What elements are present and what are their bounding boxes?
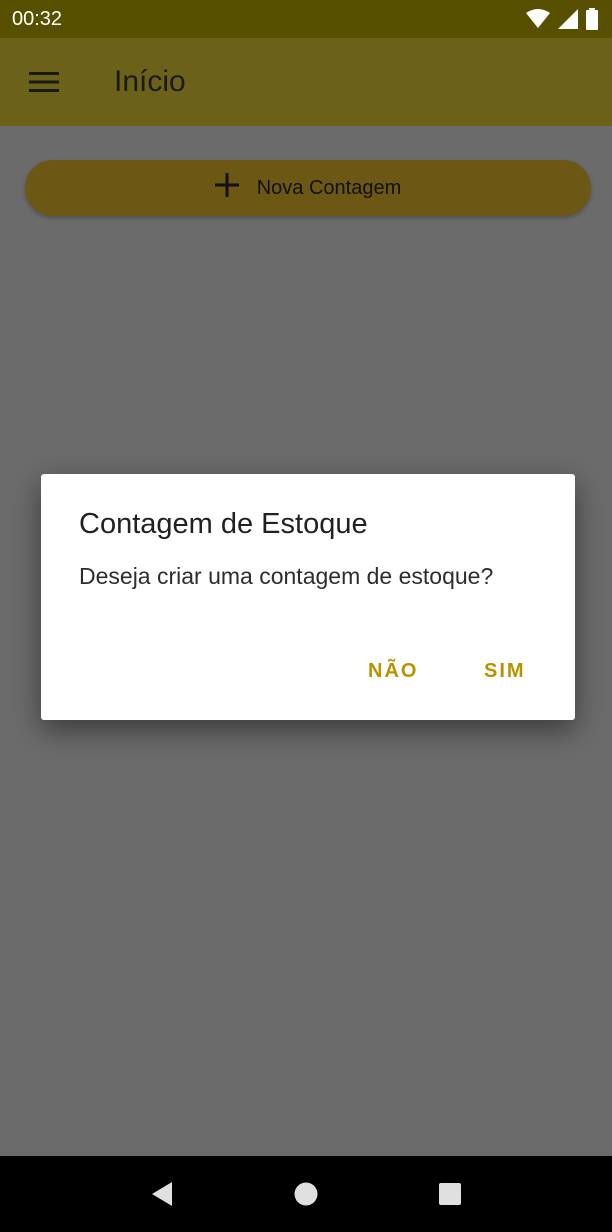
page-title: Início bbox=[114, 65, 186, 98]
dialog-title: Contagem de Estoque bbox=[79, 508, 368, 540]
new-count-button[interactable]: Nova Contagem bbox=[25, 160, 591, 216]
menu-icon[interactable] bbox=[16, 54, 72, 110]
back-icon[interactable] bbox=[132, 1164, 192, 1224]
app-bar: Início bbox=[0, 38, 612, 126]
battery-icon bbox=[586, 8, 598, 30]
new-count-label: Nova Contagem bbox=[256, 176, 402, 199]
yes-button[interactable]: SIM bbox=[484, 660, 526, 683]
status-time: 00:32 bbox=[12, 7, 63, 30]
status-icons bbox=[526, 8, 598, 30]
plus-icon bbox=[214, 173, 239, 203]
no-button[interactable]: NÃO bbox=[368, 660, 418, 683]
wifi-icon bbox=[526, 9, 550, 29]
screen: 00:32 Início Nova Contagem Contagem de E… bbox=[0, 0, 612, 1232]
home-icon[interactable] bbox=[276, 1164, 336, 1224]
navigation-bar bbox=[0, 1156, 612, 1232]
dialog-message: Deseja criar uma contagem de estoque? bbox=[79, 563, 494, 589]
status-bar: 00:32 bbox=[0, 0, 612, 38]
signal-icon bbox=[558, 9, 578, 29]
confirm-dialog: Contagem de Estoque Deseja criar uma con… bbox=[41, 474, 575, 720]
recents-icon[interactable] bbox=[420, 1164, 480, 1224]
